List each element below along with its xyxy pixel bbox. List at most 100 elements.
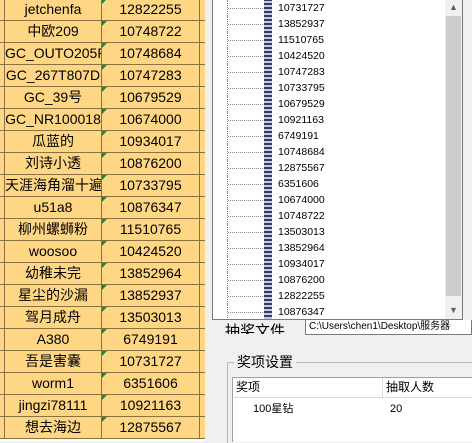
- scroll-thumb[interactable]: [446, 16, 461, 296]
- sheet-cell-id[interactable]: 6351606: [102, 373, 200, 395]
- sheet-cell-id[interactable]: 10921163: [102, 395, 200, 417]
- comment-marker-icon: [102, 65, 107, 70]
- list-item[interactable]: 10876347: [213, 303, 443, 319]
- comment-marker-icon: [102, 131, 107, 136]
- sheet-cell-name[interactable]: 想去海边: [5, 417, 102, 439]
- sheet-row: woosoo 10424520: [0, 241, 205, 263]
- list-item-label: 13852964: [278, 242, 325, 254]
- sheet-cell-name[interactable]: GC_NR100018: [5, 109, 102, 131]
- sheet-cell-id[interactable]: 10733795: [102, 175, 200, 197]
- tree-branch: [228, 56, 263, 57]
- column-header-count[interactable]: 抽取人数: [383, 378, 472, 397]
- list-item[interactable]: 10733795: [213, 79, 443, 97]
- list-item-label: 10934017: [278, 258, 325, 270]
- sheet-cell-id-value: 10876347: [119, 199, 182, 215]
- sheet-cell-id[interactable]: 10731727: [102, 351, 200, 373]
- sheet-cell-id[interactable]: 10748722: [102, 21, 200, 43]
- sheet-cell-id[interactable]: 10674000: [102, 109, 200, 131]
- sheet-cell-id[interactable]: 13852937: [102, 285, 200, 307]
- sheet-cell-id[interactable]: 10876200: [102, 153, 200, 175]
- list-item[interactable]: 13852937: [213, 15, 443, 33]
- sheet-cell-name[interactable]: worm1: [5, 373, 102, 395]
- sheet-cell-id[interactable]: 10934017: [102, 131, 200, 153]
- prize-table[interactable]: 奖项 抽取人数 100星钻 20: [232, 377, 472, 442]
- sheet-cell-name[interactable]: woosoo: [5, 241, 102, 263]
- list-item[interactable]: 10876200: [213, 271, 443, 289]
- sheet-cell-id[interactable]: 10748684: [102, 43, 200, 65]
- list-item[interactable]: 13503013: [213, 223, 443, 241]
- file-label: 抽奖文件: [225, 323, 286, 334]
- list-item-label: 10731727: [278, 2, 325, 14]
- sheet-cell-id[interactable]: 13852964: [102, 263, 200, 285]
- column-header-prize[interactable]: 奖项: [233, 378, 383, 397]
- sheet-cell-name[interactable]: jetchenfa: [5, 0, 102, 21]
- list-item[interactable]: 12822255: [213, 287, 443, 305]
- list-item[interactable]: 12875567: [213, 159, 443, 177]
- sheet-cell-name[interactable]: 中欧209: [5, 21, 102, 43]
- sheet-row: 星尘的沙漏 13852937: [0, 285, 205, 307]
- sheet-cell-id[interactable]: 10876347: [102, 197, 200, 219]
- sheet-cell-name[interactable]: jingzi78111: [5, 395, 102, 417]
- list-item[interactable]: 6749191: [213, 127, 443, 145]
- sheet-cell-name[interactable]: A380: [5, 329, 102, 351]
- tree-branch: [228, 168, 263, 169]
- sheet-cell-name[interactable]: GC_267T807D: [5, 65, 102, 87]
- winners-tree-list[interactable]: 10731727 13852937 11510765 10424520 10747283…: [212, 0, 463, 320]
- file-path-field[interactable]: C:\Users\chen1\Desktop\服务器: [305, 320, 472, 335]
- prize-settings-title: 奖项设置: [234, 352, 296, 372]
- list-item[interactable]: 13852964: [213, 239, 443, 257]
- list-scrollbar[interactable]: ▲ ▼: [445, 0, 462, 319]
- sheet-cell-name[interactable]: 天涯海角溜十遍: [5, 175, 102, 197]
- sheet-cell-name[interactable]: 刘诗小透: [5, 153, 102, 175]
- comment-marker-icon: [102, 21, 107, 26]
- list-item[interactable]: 10934017: [213, 255, 443, 273]
- sheet-cell-id[interactable]: 6749191: [102, 329, 200, 351]
- sheet-cell-id[interactable]: 12822255: [102, 0, 200, 21]
- list-item-label: 12875567: [278, 162, 325, 174]
- tree-branch: [228, 200, 263, 201]
- sheet-cell-name[interactable]: 星尘的沙漏: [5, 285, 102, 307]
- list-item[interactable]: 10424520: [213, 47, 443, 65]
- list-item-label: 6351606: [278, 178, 319, 190]
- sheet-cell-id-value: 10748722: [119, 23, 182, 39]
- sheet-cell-name[interactable]: 幼稚未完: [5, 263, 102, 285]
- table-row[interactable]: 100星钻 20: [233, 400, 472, 418]
- sheet-cell-id[interactable]: 10679529: [102, 87, 200, 109]
- list-item[interactable]: 10674000: [213, 191, 443, 209]
- sheet-cell-name[interactable]: GC_39号: [5, 87, 102, 109]
- sheet-cell-id-value: 10731727: [119, 353, 182, 369]
- sheet-cell-id[interactable]: 10424520: [102, 241, 200, 263]
- tree-branch: [228, 312, 263, 313]
- list-item[interactable]: 11510765: [213, 31, 443, 49]
- sheet-cell-name[interactable]: 瓜蓝的: [5, 131, 102, 153]
- sheet-cell-id[interactable]: 10747283: [102, 65, 200, 87]
- sheet-row: 中欧209 10748722: [0, 21, 205, 43]
- sheet-row: 刘诗小透 10876200: [0, 153, 205, 175]
- list-item-label: 10921163: [278, 114, 324, 126]
- sheet-cell-id[interactable]: 12875567: [102, 417, 200, 439]
- sheet-cell-name[interactable]: GC_OUTO205R: [5, 43, 102, 65]
- scroll-up-arrow-icon[interactable]: ▲: [445, 0, 462, 16]
- sheet-row: worm1 6351606: [0, 373, 205, 395]
- list-item[interactable]: 6351606: [213, 175, 443, 193]
- list-item[interactable]: 10748722: [213, 207, 443, 225]
- list-item[interactable]: 10731727: [213, 0, 443, 17]
- sheet-cell-id[interactable]: 11510765: [102, 219, 200, 241]
- sheet-cell-name[interactable]: 吾是害囊: [5, 351, 102, 373]
- tree-branch: [228, 296, 263, 297]
- list-item[interactable]: 10921163: [213, 111, 443, 129]
- tree-branch: [228, 264, 263, 265]
- sheet-cell-id[interactable]: 13503013: [102, 307, 200, 329]
- sheet-row: 想去海边 12875567: [0, 417, 205, 439]
- list-item[interactable]: 10748684: [213, 143, 443, 161]
- sheet-cell-id-value: 10876200: [119, 155, 182, 171]
- sheet-cell-name[interactable]: 柳州螺蛳粉: [5, 219, 102, 241]
- sheet-cell-name[interactable]: 驾月成舟: [5, 307, 102, 329]
- list-item-label: 10748722: [278, 210, 325, 222]
- list-item[interactable]: 10747283: [213, 63, 443, 81]
- sheet-cell-name[interactable]: u51a8: [5, 197, 102, 219]
- list-item[interactable]: 10679529: [213, 95, 443, 113]
- tree-branch: [228, 24, 263, 25]
- sheet-row: 吾是害囊 10731727: [0, 351, 205, 373]
- scroll-down-arrow-icon[interactable]: ▼: [445, 302, 462, 319]
